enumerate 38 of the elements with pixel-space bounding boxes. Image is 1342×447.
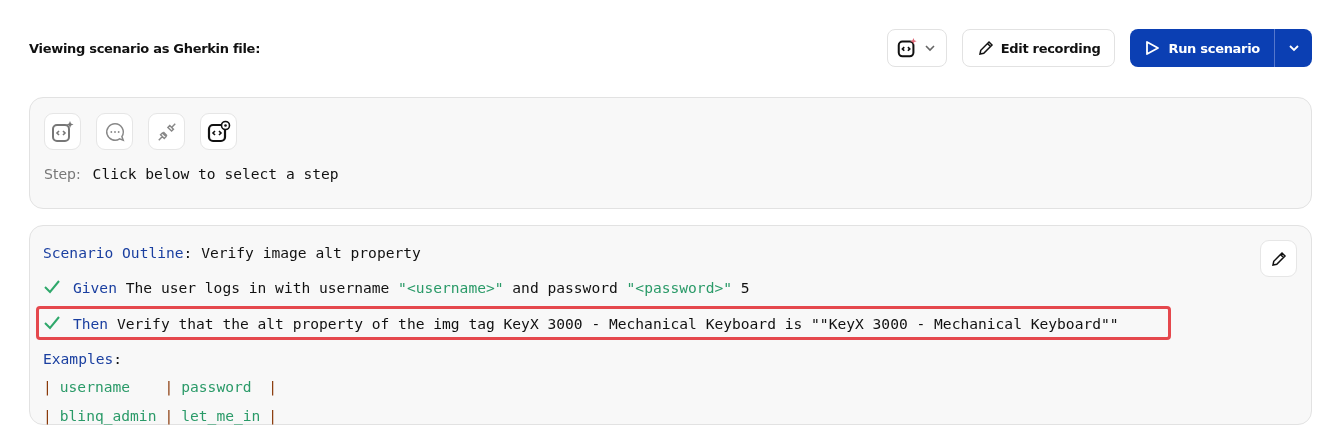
page-title: Viewing scenario as Gherkin file: [29, 40, 261, 56]
play-icon [1144, 40, 1161, 56]
column-separator: | [164, 378, 174, 395]
table-cell: let_me_in [181, 407, 261, 424]
selected-step-row[interactable]: Then Verify that the alt property of the img tag KeyX 3000 - Mechanical Keyboard is ""KeyX 3000 - Mechanical Keyboard"" [36, 306, 1171, 340]
scenario-title: Verify image alt property [201, 243, 421, 261]
pencil-icon [976, 39, 995, 57]
step-text: Verify that the alt property of the img tag KeyX 3000 - Mechanical Keyboard is ""KeyX 3000 - Mechanical Keyboard"" [116, 314, 1119, 332]
ai-menu-button[interactable] [886, 29, 947, 67]
colon: : [113, 349, 123, 367]
step-label: Step: [44, 165, 81, 182]
table-cell: blinq_admin [59, 407, 157, 424]
scenario-keyword: Scenario Outline [43, 243, 184, 261]
pencil-icon [1269, 249, 1288, 268]
step-keyword: Given [73, 278, 117, 296]
tool-button[interactable] [200, 113, 237, 150]
column-separator: | [268, 407, 278, 424]
chevron-down-icon [1287, 42, 1300, 54]
edit-recording-button[interactable]: Edit recording [961, 29, 1116, 67]
chat-bubble-icon [103, 120, 126, 143]
step-text: The user logs in with username "<username>" and password "<password>" 5 [125, 278, 750, 296]
table-cell-text: password [181, 378, 253, 395]
examples-keyword: Examples [43, 349, 114, 367]
colon: : [183, 243, 193, 261]
step-value: Click below to select a step [92, 165, 339, 182]
column-separator: | [164, 407, 174, 424]
column-separator: | [43, 378, 52, 395]
step-keyword: Then [73, 314, 109, 332]
column-separator: | [43, 407, 52, 424]
column-separator: | [268, 378, 278, 395]
table-cell-text: username [59, 378, 132, 395]
step-row[interactable]: Given The user logs in with username "<username>" and password "<password>" 5 [36, 270, 1305, 304]
code-sparkle-icon [895, 37, 918, 59]
code-eye-icon [206, 119, 231, 144]
chevron-down-icon [923, 42, 936, 54]
plug-icon [155, 120, 178, 143]
edit-button[interactable] [1260, 240, 1297, 277]
code-sparkle-icon [50, 119, 75, 144]
